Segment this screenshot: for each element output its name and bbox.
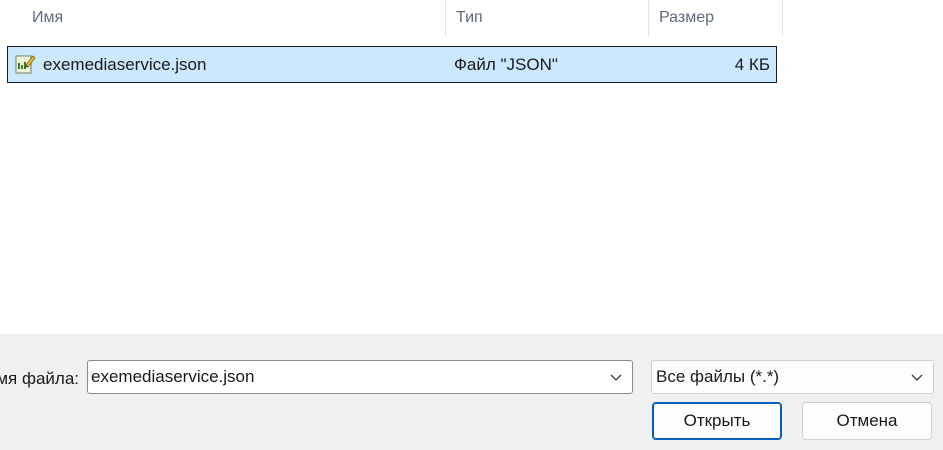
- column-header-size[interactable]: Размер: [648, 0, 783, 37]
- file-list-header: Имя ⌃ Тип Размер: [0, 0, 943, 37]
- filename-combobox[interactable]: [87, 360, 633, 394]
- filename-input[interactable]: [91, 361, 591, 393]
- sort-indicator-icon: ⌃: [227, 0, 241, 5]
- file-type: Файл "JSON": [454, 55, 558, 74]
- dialog-footer: мя файла: Все файлы (*.*) Открыть Отмена: [0, 334, 943, 450]
- file-list-row[interactable]: exemediaservice.json Файл "JSON" 4 КБ: [7, 46, 777, 83]
- file-open-dialog: Имя ⌃ Тип Размер exemediaservice.json Фа…: [0, 0, 943, 450]
- column-header-name[interactable]: Имя: [22, 0, 445, 37]
- chevron-down-icon[interactable]: [609, 370, 623, 384]
- file-name: exemediaservice.json: [43, 55, 207, 74]
- cancel-button[interactable]: Отмена: [802, 402, 932, 440]
- column-header-type[interactable]: Тип: [445, 0, 648, 37]
- column-header-size-label: Размер: [659, 9, 714, 26]
- file-size: 4 КБ: [734, 55, 770, 74]
- open-button[interactable]: Открыть: [652, 402, 782, 440]
- file-type-filter-select[interactable]: Все файлы (*.*): [651, 360, 934, 394]
- file-type-filter-value: Все файлы (*.*): [656, 367, 780, 386]
- chevron-down-icon[interactable]: [910, 370, 924, 384]
- json-file-icon: [15, 55, 36, 74]
- column-header-name-label: Имя: [32, 9, 64, 26]
- column-header-type-label: Тип: [456, 9, 483, 26]
- filename-label: мя файла:: [0, 369, 79, 388]
